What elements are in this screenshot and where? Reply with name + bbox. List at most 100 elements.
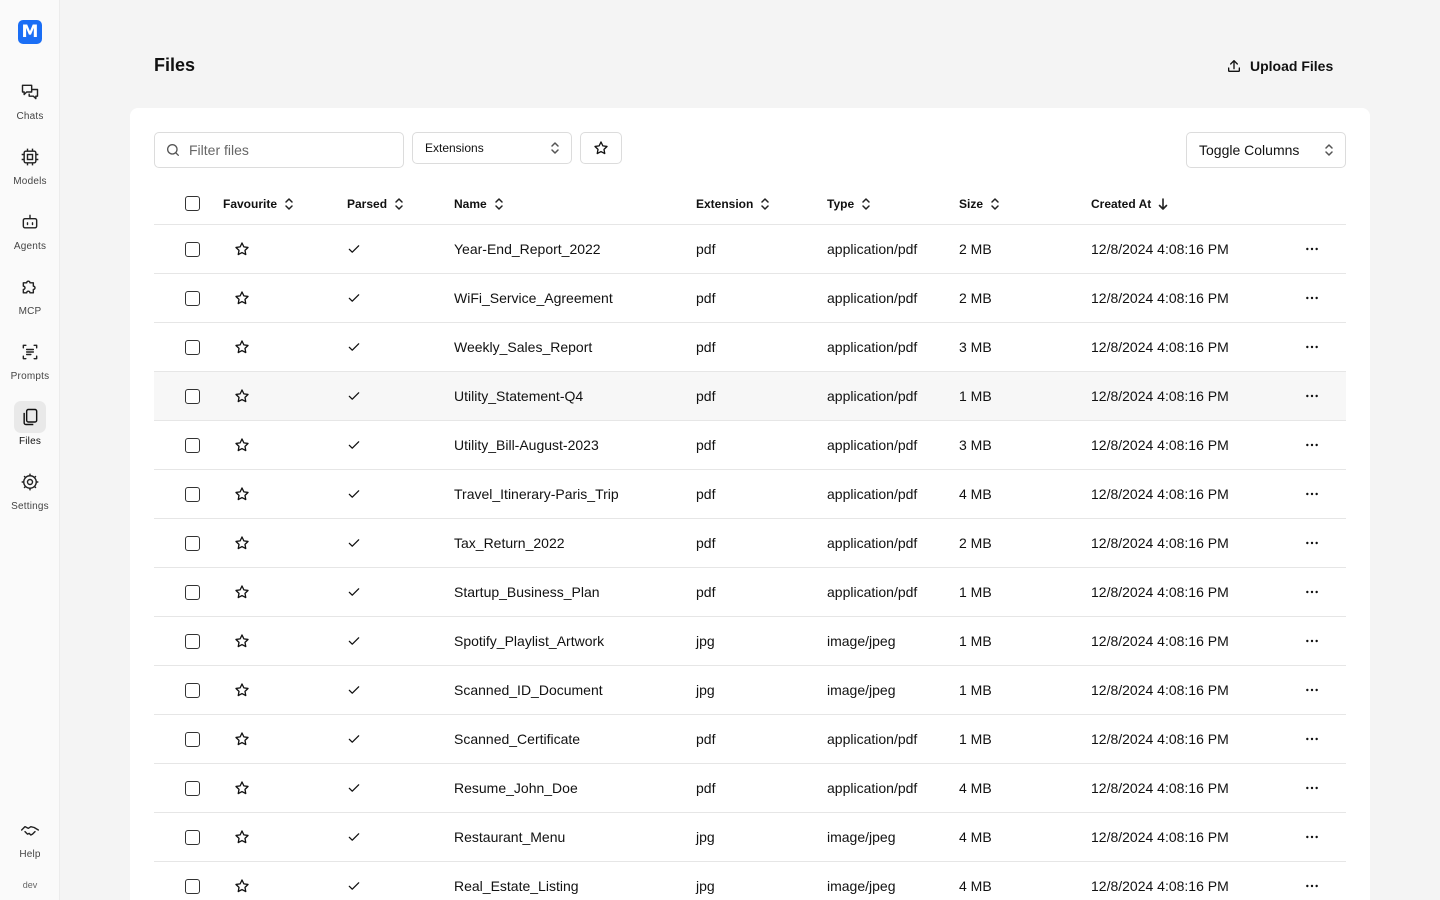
row-checkbox[interactable] [185,339,200,355]
table-row[interactable]: Spotify_Playlist_Artwork jpg image/jpeg … [154,617,1346,666]
file-size: 4 MB [959,780,992,796]
check-icon [348,735,360,743]
select-all-checkbox[interactable] [185,196,200,211]
row-checkbox[interactable] [185,388,200,404]
table-header: Favourite Parsed Name Extension Type Siz… [154,182,1346,225]
column-header-favourite[interactable]: Favourite [223,182,295,225]
sidebar-item-settings[interactable]: Settings [0,466,60,526]
sidebar-item-files[interactable]: Files [0,401,60,461]
parsed-status [347,862,361,900]
row-checkbox[interactable] [185,829,200,845]
row-checkbox[interactable] [185,290,200,306]
row-actions-button[interactable] [1304,372,1320,420]
table-row[interactable]: Tax_Return_2022 pdf application/pdf 2 MB… [154,519,1346,568]
sidebar-item-help[interactable]: Help [0,814,60,874]
row-actions-button[interactable] [1304,617,1320,665]
column-header-created-at[interactable]: Created At [1091,182,1169,225]
favourite-toggle[interactable] [234,519,250,567]
table-row[interactable]: Weekly_Sales_Report pdf application/pdf … [154,323,1346,372]
table-row[interactable]: WiFi_Service_Agreement pdf application/p… [154,274,1346,323]
favourite-toggle[interactable] [234,666,250,714]
filter-files-input[interactable] [189,142,389,158]
row-checkbox[interactable] [185,584,200,600]
table-row[interactable]: Restaurant_Menu jpg image/jpeg 4 MB 12/8… [154,813,1346,862]
sidebar-item-prompts[interactable]: Prompts [0,336,60,396]
extensions-select[interactable]: Extensions [412,132,572,164]
row-actions-button[interactable] [1304,666,1320,714]
file-type: application/pdf [827,290,918,306]
row-actions-button[interactable] [1304,225,1320,273]
upload-files-button[interactable]: Upload Files [1212,50,1347,82]
table-row[interactable]: Resume_John_Doe pdf application/pdf 4 MB… [154,764,1346,813]
column-header-name[interactable]: Name [454,182,505,225]
sidebar-item-agents[interactable]: Agents [0,206,60,266]
file-size: 1 MB [959,731,992,747]
more-horizontal-icon [1306,492,1318,496]
row-actions-button[interactable] [1304,813,1320,861]
file-created-at: 12/8/2024 4:08:16 PM [1091,486,1229,502]
row-checkbox[interactable] [185,486,200,502]
row-checkbox[interactable] [185,780,200,796]
sidebar-item-label: Prompts [10,371,50,382]
row-checkbox[interactable] [185,878,200,894]
file-extension: pdf [696,584,716,600]
row-checkbox[interactable] [185,535,200,551]
column-header-extension[interactable]: Extension [696,182,771,225]
table-row[interactable]: Utility_Statement-Q4 pdf application/pdf… [154,372,1346,421]
sidebar-item-chats[interactable]: Chats [0,76,60,136]
row-actions-button[interactable] [1304,470,1320,518]
favourite-toggle[interactable] [234,225,250,273]
table-row[interactable]: Startup_Business_Plan pdf application/pd… [154,568,1346,617]
table-row[interactable]: Travel_Itinerary-Paris_Trip pdf applicat… [154,470,1346,519]
row-actions-button[interactable] [1304,519,1320,567]
star-icon [235,732,249,746]
row-checkbox[interactable] [185,731,200,747]
sidebar-item-models[interactable]: Models [0,141,60,201]
row-actions-button[interactable] [1304,274,1320,322]
row-actions-button[interactable] [1304,568,1320,616]
favourite-toggle[interactable] [234,715,250,763]
file-name: Startup_Business_Plan [454,584,600,600]
favourite-toggle[interactable] [234,421,250,469]
toggle-columns-select[interactable]: Toggle Columns [1186,132,1346,168]
table-row[interactable]: Utility_Bill-August-2023 pdf application… [154,421,1346,470]
row-actions-button[interactable] [1304,421,1320,469]
column-header-size[interactable]: Size [959,182,1001,225]
column-header-type[interactable]: Type [827,182,872,225]
table-row[interactable]: Real_Estate_Listing jpg image/jpeg 4 MB … [154,862,1346,900]
more-horizontal-icon [1306,590,1318,594]
favourite-toggle[interactable] [234,470,250,518]
favourite-toggle[interactable] [234,323,250,371]
filter-box[interactable] [154,132,404,168]
chevron-updown-icon [1325,144,1333,156]
row-checkbox[interactable] [185,241,200,257]
table-row[interactable]: Scanned_Certificate pdf application/pdf … [154,715,1346,764]
favourite-toggle[interactable] [234,862,250,900]
row-checkbox[interactable] [185,682,200,698]
app-logo[interactable]: M [18,20,42,44]
file-size: 1 MB [959,633,992,649]
favourite-toggle[interactable] [234,274,250,322]
file-type: application/pdf [827,584,918,600]
parsed-status [347,470,361,518]
row-actions-button[interactable] [1304,764,1320,812]
table-body: Year-End_Report_2022 pdf application/pdf… [154,225,1346,900]
row-checkbox[interactable] [185,633,200,649]
sidebar-item-mcp[interactable]: MCP [0,271,60,331]
favourite-toggle[interactable] [234,813,250,861]
row-actions-button[interactable] [1304,862,1320,900]
file-type: image/jpeg [827,829,896,845]
table-row[interactable]: Scanned_ID_Document jpg image/jpeg 1 MB … [154,666,1346,715]
row-actions-button[interactable] [1304,715,1320,763]
star-icon [235,536,249,550]
row-checkbox[interactable] [185,437,200,453]
row-actions-button[interactable] [1304,323,1320,371]
favourite-toggle[interactable] [234,372,250,420]
favourite-toggle[interactable] [234,617,250,665]
table-row[interactable]: Year-End_Report_2022 pdf application/pdf… [154,225,1346,274]
favourite-toggle[interactable] [234,568,250,616]
check-icon [348,637,360,645]
column-header-parsed[interactable]: Parsed [347,182,405,225]
favourite-toggle[interactable] [234,764,250,812]
favourite-filter-button[interactable] [580,132,622,164]
